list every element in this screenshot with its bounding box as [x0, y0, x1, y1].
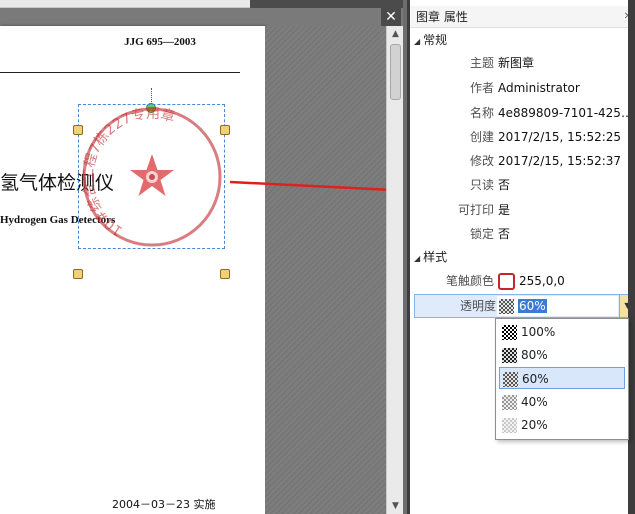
rotation-connector — [151, 88, 152, 104]
checker-pattern-icon — [502, 418, 517, 433]
opacity-option[interactable]: 40% — [499, 391, 625, 413]
viewer-toolbar — [0, 0, 403, 8]
opacity-option[interactable]: 20% — [499, 414, 625, 436]
resize-handle-bottom-left[interactable] — [73, 269, 83, 279]
collapse-triangle-icon[interactable]: ◢ — [414, 254, 420, 263]
document-header: JJG 695—2003 — [124, 36, 196, 48]
property-row[interactable]: 锁定 否 — [410, 222, 635, 246]
checker-pattern-icon — [502, 325, 517, 340]
scroll-up-icon[interactable]: ▲ — [389, 28, 402, 40]
opacity-option-label: 20% — [521, 418, 548, 432]
property-row[interactable]: 主题 新图章 — [410, 51, 635, 75]
header-rule — [0, 72, 240, 73]
opacity-option-label: 80% — [521, 348, 548, 362]
stamp-selection-box[interactable]: 10#综合工程7栋227专用章 — [78, 104, 225, 249]
section-general-header[interactable]: ◢ 常规 — [410, 30, 635, 50]
section-style-label: 样式 — [423, 250, 448, 264]
property-key: 作者 — [469, 81, 494, 95]
resize-handle-bottom-right[interactable] — [220, 269, 230, 279]
property-key: 主题 — [469, 56, 494, 70]
pointer-arrow — [229, 180, 403, 198]
opacity-option[interactable]: 80% — [499, 344, 625, 366]
checker-pattern-icon — [502, 395, 517, 410]
panel-title: 图章 属性 — [416, 10, 468, 24]
viewer-scrollbar[interactable]: ▲ ▼ — [386, 26, 403, 514]
close-document-button[interactable]: ✕ — [381, 8, 401, 26]
opacity-option[interactable]: 100% — [499, 321, 625, 343]
property-value[interactable]: 4e889809-7101-425c-… — [498, 101, 634, 125]
property-value[interactable]: 否 — [498, 173, 634, 197]
property-row[interactable]: 修改 2017/2/15, 15:52:37 — [410, 149, 635, 173]
stroke-color-value-cell[interactable]: 255,0,0 — [498, 269, 634, 293]
resize-handle-top-left[interactable] — [73, 125, 83, 135]
opacity-dropdown-list[interactable]: 100% 80% 60% 40% 20% — [495, 318, 629, 440]
stroke-color-value: 255,0,0 — [519, 274, 565, 288]
property-value[interactable]: Administrator — [498, 76, 634, 100]
opacity-option-label: 100% — [521, 325, 556, 339]
scroll-down-icon[interactable]: ▼ — [389, 500, 402, 512]
toolbar-divider — [250, 0, 403, 8]
stamp-graphic: 10#综合工程7栋227专用章 — [81, 106, 222, 247]
section-style-header[interactable]: ◢ 样式 — [410, 247, 635, 267]
checker-pattern-icon — [499, 299, 514, 314]
property-key: 修改 — [469, 154, 494, 168]
property-row[interactable]: 只读 否 — [410, 173, 635, 197]
property-value[interactable]: 是 — [498, 198, 634, 222]
viewer-canvas — [265, 26, 386, 514]
property-key: 锁定 — [469, 227, 494, 241]
opacity-row[interactable]: 透明度 60% ▼ — [414, 294, 635, 318]
property-row[interactable]: 可打印 是 — [410, 198, 635, 222]
property-value[interactable]: 2017/2/15, 15:52:25 — [498, 125, 634, 149]
scrollbar-thumb[interactable] — [390, 44, 401, 100]
resize-handle-top-right[interactable] — [220, 125, 230, 135]
color-swatch[interactable] — [498, 273, 515, 290]
checker-pattern-icon — [502, 348, 517, 363]
stroke-color-row[interactable]: 笔触颜色 255,0,0 — [410, 269, 635, 293]
property-key: 可打印 — [457, 203, 494, 217]
stamp-star-dot — [149, 174, 155, 180]
checker-pattern-icon — [503, 372, 518, 387]
section-general-label: 常规 — [423, 33, 448, 47]
opacity-option-label: 40% — [521, 395, 548, 409]
opacity-option-selected[interactable]: 60% — [499, 367, 625, 389]
property-key: 名称 — [469, 106, 494, 120]
collapse-triangle-icon[interactable]: ◢ — [414, 37, 420, 46]
stroke-color-label: 笔触颜色 — [445, 274, 494, 288]
property-value[interactable]: 新图章 — [498, 51, 634, 75]
opacity-label: 透明度 — [459, 299, 496, 313]
panel-header: 图章 属性 ✕ — [410, 6, 635, 28]
document-footer-date: 2004－03－23 实施 — [112, 498, 216, 511]
property-key: 只读 — [469, 178, 494, 192]
property-key: 创建 — [469, 130, 494, 144]
property-value[interactable]: 否 — [498, 222, 634, 246]
opacity-value[interactable]: 60% — [518, 299, 547, 313]
document-viewer: ✕ JJG 695—2003 氢气体检测仪 Hydrogen Gas Detec… — [0, 0, 403, 514]
opacity-option-label: 60% — [522, 372, 549, 386]
property-value[interactable]: 2017/2/15, 15:52:37 — [498, 149, 634, 173]
property-row[interactable]: 名称 4e889809-7101-425c-… — [410, 101, 635, 125]
property-row[interactable]: 创建 2017/2/15, 15:52:25 — [410, 125, 635, 149]
opacity-combobox[interactable]: 60% — [497, 296, 618, 316]
property-row[interactable]: 作者 Administrator — [410, 76, 635, 100]
panel-scrollbar[interactable] — [628, 0, 635, 514]
